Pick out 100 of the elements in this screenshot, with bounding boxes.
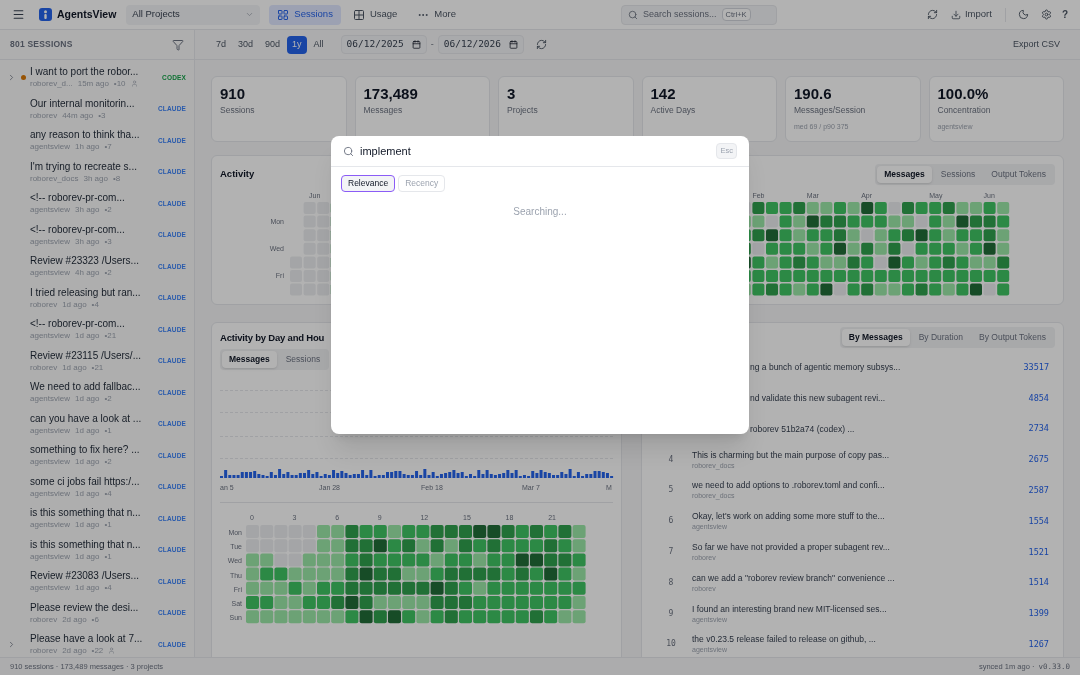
nav-tab[interactable]: More [409, 4, 464, 25]
help-button[interactable]: ? [1061, 7, 1068, 22]
session-title: ng a bunch of agentic memory subsys... [750, 361, 902, 374]
session-title: can you have a look at ... [30, 412, 143, 425]
search-input[interactable]: implement [360, 142, 717, 160]
session-title: Please review the desi... [30, 601, 140, 614]
tab[interactable]: By Output Tokens [972, 329, 1053, 346]
tab[interactable]: By Duration [911, 329, 971, 346]
tab[interactable]: Messages [877, 166, 932, 183]
tab[interactable]: Sessions [933, 166, 983, 183]
session-title: any reason to think tha... [30, 129, 141, 142]
session-title: We need to add fallbac... [30, 381, 142, 394]
session-project: agentsview [30, 582, 71, 594]
session-title: Our internal monitorin... [30, 97, 136, 110]
message-count: •4 [91, 298, 99, 310]
chevron-down-icon [245, 10, 255, 19]
message-count: •1 [104, 550, 112, 562]
session-title: is this something that n... [30, 538, 142, 551]
message-count: •10 [113, 78, 126, 90]
stat-label: Messages/Session [794, 104, 867, 117]
export-button[interactable]: Export CSV [1008, 37, 1064, 52]
message-count: •6 [91, 613, 99, 625]
search-placeholder: Search sessions... [642, 7, 717, 21]
download-icon [950, 9, 961, 20]
message-count: •1 [104, 424, 112, 436]
range-button[interactable]: All [308, 35, 329, 54]
stat-value: 142 [650, 85, 677, 103]
message-count: 2734 [1028, 422, 1050, 436]
message-count: 1399 [1028, 607, 1050, 620]
stat-label: Active Days [650, 104, 697, 117]
rank-number: 7 [668, 545, 674, 558]
session-project: agentsview [30, 456, 71, 468]
nav-tab[interactable]: Sessions [269, 4, 341, 25]
session-title: I want to port the robor... [30, 66, 140, 79]
menu-icon[interactable] [12, 8, 25, 21]
stat-value: 173,489 [363, 85, 419, 103]
message-count: •22 [91, 645, 104, 657]
session-title: some ci jobs fail https:/... [30, 475, 141, 488]
tab[interactable]: By Messages [841, 329, 910, 346]
tab[interactable]: Messages [222, 351, 277, 368]
message-count: •2 [104, 456, 112, 468]
import-button[interactable]: Import [947, 7, 995, 22]
message-count: 2587 [1028, 483, 1050, 497]
message-count: 1267 [1028, 637, 1050, 651]
stat-label: Messages [363, 104, 404, 117]
session-title: can we add a "roborev review branch" convenience ... [692, 571, 896, 584]
rank-number: 5 [668, 484, 674, 497]
calendar-icon [509, 40, 518, 49]
date-separator: - [430, 37, 434, 51]
session-title: is this something that n... [30, 507, 142, 520]
logo-icon [39, 8, 52, 21]
session-title: Please have a look at 7... [30, 633, 144, 646]
card-title: Activity [220, 167, 255, 182]
range-button[interactable]: 1y [287, 35, 307, 54]
rank-number: 8 [668, 576, 674, 589]
session-title: we need to add options to .roborev.toml and confi... [692, 479, 886, 492]
date-field[interactable]: 06/12/2025 [340, 35, 427, 54]
session-title: nd validate this new subagent revi... [750, 391, 887, 404]
sort-button[interactable]: Relevance [341, 175, 396, 192]
session-project: agentsview [30, 141, 71, 153]
card-title: Activity by Day and Hou [220, 331, 326, 345]
session-project: agentsview [30, 267, 71, 279]
stat-value: 3 [507, 85, 517, 103]
settings-icon[interactable] [1040, 9, 1052, 20]
range-button[interactable]: 30d [233, 35, 259, 54]
session-project: agentsview [30, 393, 71, 405]
tab[interactable]: Sessions [278, 351, 328, 368]
session-title: This is charming but the main purpose of copy pas... [692, 448, 890, 461]
app-name: AgentsView [57, 6, 117, 22]
project-select[interactable]: All Projects [126, 4, 261, 25]
date-field[interactable]: 06/12/2026 [437, 35, 524, 54]
message-count: •21 [91, 361, 104, 373]
message-count: •3 [104, 235, 112, 247]
session-title: something to fix here? ... [30, 444, 141, 457]
session-title: <!-- roborev-pr-com... [30, 192, 126, 205]
message-count: •4 [104, 487, 112, 499]
range-button[interactable]: 7d [211, 35, 231, 54]
session-project: agentsview [30, 519, 71, 531]
stat-value: 100.0% [937, 85, 990, 103]
grid-icon [277, 8, 290, 21]
search-icon [343, 145, 354, 157]
refresh-icon[interactable] [926, 9, 938, 20]
session-title: I tried releasing but ran... [30, 286, 142, 299]
rank-number: 9 [668, 607, 674, 620]
tab[interactable]: Output Tokens [984, 166, 1053, 183]
message-count: •3 [98, 109, 106, 121]
message-count: •7 [104, 141, 112, 153]
filter-icon[interactable] [172, 38, 184, 51]
session-project: agentsview [30, 487, 71, 499]
grid-icon [352, 8, 365, 21]
session-project: agentsview [30, 330, 71, 342]
message-count: 1521 [1028, 545, 1050, 559]
session-title: I found an interesting brand new MIT-licensed ses... [692, 602, 888, 615]
nav-tab[interactable]: Usage [344, 4, 406, 25]
range-button[interactable]: 90d [260, 35, 286, 54]
session-project: agentsview [30, 204, 71, 216]
session-title: <!-- roborev-pr-com... [30, 223, 126, 236]
session-title: I'm trying to recreate s... [30, 160, 138, 173]
moon-icon[interactable] [1017, 9, 1029, 20]
refresh-icon[interactable] [536, 39, 547, 50]
